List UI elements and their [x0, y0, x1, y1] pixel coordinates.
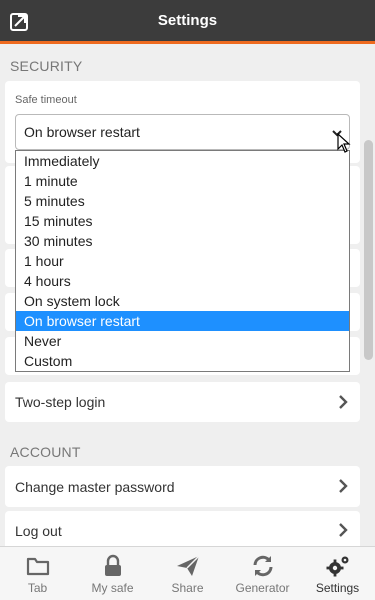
dropdown-option[interactable]: 15 minutes [16, 211, 349, 231]
dropdown-option[interactable]: 4 hours [16, 271, 349, 291]
dropdown-option[interactable]: 30 minutes [16, 231, 349, 251]
dropdown-option[interactable]: Never [16, 331, 349, 351]
dropdown-option[interactable]: 5 minutes [16, 191, 349, 211]
tab-label: Settings [315, 581, 360, 595]
chevron-right-icon [339, 479, 348, 493]
folder-icon [26, 557, 50, 576]
dropdown-option[interactable]: 1 hour [16, 251, 349, 271]
tab-tab[interactable]: Tab [0, 547, 75, 600]
chevron-right-icon [339, 395, 348, 409]
dropdown-option[interactable]: On system lock [16, 291, 349, 311]
dropdown-option-selected[interactable]: On browser restart [16, 311, 349, 331]
tab-settings[interactable]: Settings [300, 547, 375, 600]
header-bar: Settings [0, 0, 375, 44]
log-out-label: Log out [15, 523, 62, 539]
bottom-tab-bar: Tab My safe Share Generator Settings [0, 546, 375, 600]
dropdown-option[interactable]: Custom [16, 351, 349, 371]
dropdown-option[interactable]: 1 minute [16, 171, 349, 191]
safe-timeout-label: Safe timeout [15, 94, 77, 106]
gears-icon [326, 556, 349, 577]
lock-icon [105, 554, 121, 576]
safe-timeout-select[interactable]: On browser restart [15, 114, 350, 150]
send-icon [177, 555, 200, 576]
tab-label: Share [171, 581, 204, 595]
change-master-password-row[interactable]: Change master password [5, 466, 360, 507]
log-out-row[interactable]: Log out [5, 511, 360, 546]
tab-generator[interactable]: Generator [225, 547, 300, 600]
tab-my-safe[interactable]: My safe [75, 547, 150, 600]
dropdown-option[interactable]: Immediately [16, 151, 349, 171]
two-step-login-label: Two-step login [15, 394, 106, 410]
two-step-login-row[interactable]: Two-step login [5, 382, 360, 422]
tab-share[interactable]: Share [150, 547, 225, 600]
tab-label: Tab [27, 581, 48, 595]
change-master-password-label: Change master password [15, 479, 175, 495]
safe-timeout-dropdown[interactable]: Immediately 1 minute 5 minutes 15 minute… [15, 150, 350, 372]
page-title: Settings [157, 12, 218, 29]
account-section-title: ACCOUNT [10, 444, 81, 460]
refresh-icon [253, 555, 273, 577]
chevron-right-icon [339, 523, 348, 537]
scrollbar-thumb[interactable] [364, 140, 373, 360]
mouse-cursor-icon [337, 133, 351, 153]
security-section-title: SECURITY [10, 58, 83, 74]
tab-label: Generator [235, 581, 290, 595]
tab-label: My safe [91, 581, 134, 595]
safe-timeout-value: On browser restart [24, 124, 140, 140]
